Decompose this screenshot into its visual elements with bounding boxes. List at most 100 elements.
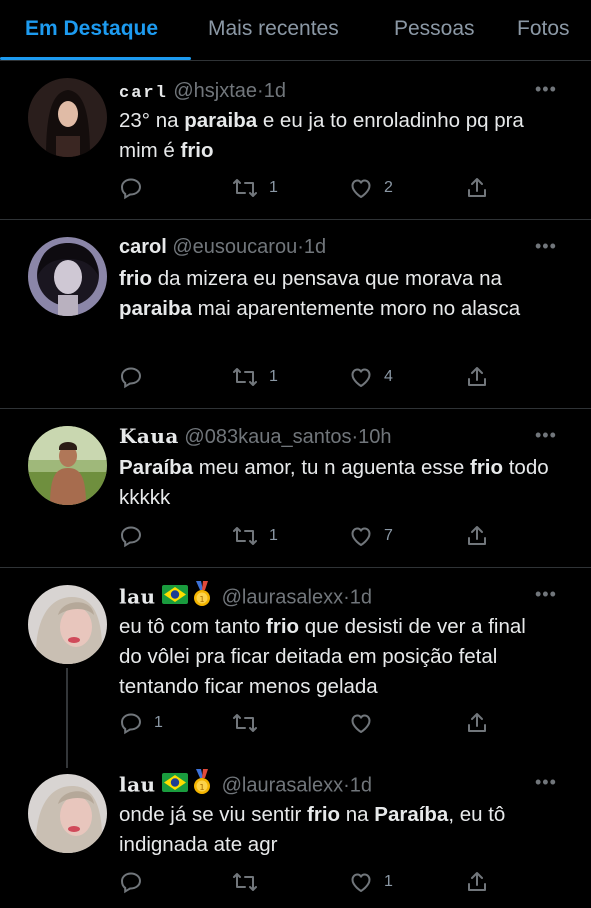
tweet-time[interactable]: 10h: [358, 426, 391, 448]
more-icon[interactable]: •••: [535, 584, 563, 604]
like-count: 1: [384, 873, 393, 890]
share-button[interactable]: [465, 363, 489, 391]
user-handle[interactable]: @laurasalexx: [222, 774, 343, 796]
retweet-button[interactable]: 1: [232, 363, 278, 391]
avatar[interactable]: [28, 585, 107, 664]
tweet[interactable]: carol @eusoucarou·1d ••• frio da mizera …: [0, 220, 591, 409]
retweet-icon: [232, 176, 258, 200]
separator-dot: ·: [297, 236, 304, 258]
tab-em-destaque[interactable]: Em Destaque: [25, 0, 158, 60]
tweet-header: carl @hsjxtae·1d: [119, 77, 531, 105]
tweet-text-segment: eu tô com tanto: [119, 615, 267, 638]
like-icon: [349, 870, 373, 894]
share-button[interactable]: [465, 174, 489, 202]
tweet-time[interactable]: 1d: [350, 586, 372, 608]
like-icon: [349, 176, 373, 200]
like-button[interactable]: 1: [349, 868, 393, 896]
tweet-text: onde já se viu sentir frio na Paraíba, e…: [119, 800, 551, 860]
separator-dot: ·: [343, 774, 350, 797]
display-name[interactable]: carol: [119, 236, 167, 258]
tweet-text-segment: na: [340, 803, 375, 826]
user-handle[interactable]: @hsjxtae: [173, 80, 257, 102]
tweet-header: carol @eusoucarou·1d: [119, 233, 531, 261]
tweet-time[interactable]: 1d: [350, 774, 372, 796]
like-button[interactable]: [349, 709, 384, 737]
highlighted-term: frio: [266, 615, 300, 638]
gold-medal-icon: 1: [192, 769, 212, 803]
tweet-actions: 1 4: [119, 363, 499, 391]
retweet-count: 1: [269, 368, 278, 385]
like-button[interactable]: 2: [349, 174, 393, 202]
more-icon[interactable]: •••: [535, 772, 563, 792]
tweet[interactable]: lau 1 @laurasalexx·1d ••• eu tô com tanto …: [0, 568, 591, 758]
like-count: 4: [384, 368, 393, 385]
reply-icon: [119, 365, 143, 389]
highlighted-term: Paraíba: [374, 803, 449, 826]
display-name[interactable]: Kaua: [119, 424, 179, 448]
share-icon: [465, 524, 489, 548]
highlighted-term: paraiba: [119, 297, 192, 320]
tweet-actions: 1: [119, 709, 499, 737]
like-button[interactable]: 7: [349, 522, 393, 550]
tweet-text-segment: mai aparentemente moro no alasca: [191, 297, 521, 320]
highlighted-term: frio: [470, 456, 504, 479]
more-icon[interactable]: •••: [535, 425, 563, 445]
display-name[interactable]: carl: [119, 84, 168, 103]
display-name[interactable]: lau: [119, 772, 156, 796]
highlighted-term: Paraíba: [119, 456, 194, 479]
more-icon[interactable]: •••: [535, 79, 563, 99]
like-icon: [349, 524, 373, 548]
retweet-button[interactable]: [232, 709, 269, 737]
user-handle[interactable]: @laurasalexx: [222, 586, 343, 608]
tab-pessoas[interactable]: Pessoas: [394, 0, 475, 60]
tweet-time[interactable]: 1d: [264, 80, 286, 102]
retweet-icon: [232, 870, 258, 894]
reply-icon: [119, 524, 143, 548]
share-button[interactable]: [465, 868, 489, 896]
reply-button[interactable]: [119, 522, 154, 550]
tweet-text: frio da mizera eu pensava que morava na …: [119, 264, 551, 324]
tweet[interactable]: Kaua @083kaua_santos·10h ••• Paraíba meu…: [0, 409, 591, 568]
like-count: 7: [384, 527, 393, 544]
brazil-flag-icon: [161, 584, 188, 612]
reply-button[interactable]: [119, 363, 154, 391]
share-icon: [465, 711, 489, 735]
display-name[interactable]: lau: [119, 584, 156, 608]
tweet-actions: 1 2: [119, 174, 499, 202]
share-icon: [465, 365, 489, 389]
retweet-button[interactable]: 1: [232, 174, 278, 202]
retweet-button[interactable]: 1: [232, 522, 278, 550]
user-handle[interactable]: @eusoucarou: [172, 236, 297, 258]
avatar[interactable]: [28, 426, 107, 505]
retweet-icon: [232, 365, 258, 389]
tweet[interactable]: lau 1 @laurasalexx·1d ••• onde já se viu s…: [0, 758, 591, 908]
like-count: 2: [384, 179, 393, 196]
tab-fotos[interactable]: Fotos: [517, 0, 570, 60]
tab-mais-recentes[interactable]: Mais recentes: [208, 0, 339, 60]
tweet-text-segment: meu amor, tu n aguenta esse: [193, 456, 470, 479]
like-button[interactable]: 4: [349, 363, 393, 391]
reply-icon: [119, 711, 143, 735]
tweet[interactable]: carl @hsjxtae·1d ••• 23° na paraiba e eu…: [0, 61, 591, 220]
tweet-time[interactable]: 1d: [304, 236, 326, 258]
retweet-button[interactable]: [232, 868, 269, 896]
share-icon: [465, 176, 489, 200]
retweet-icon: [232, 711, 258, 735]
share-button[interactable]: [465, 709, 489, 737]
avatar[interactable]: [28, 237, 107, 316]
reply-icon: [119, 176, 143, 200]
more-icon[interactable]: •••: [535, 236, 563, 256]
active-tab-indicator: [0, 57, 191, 60]
retweet-count: 1: [269, 527, 278, 544]
separator-dot: ·: [257, 80, 264, 102]
tweet-text-segment: da mizera eu pensava que morava na: [152, 267, 502, 290]
reply-button[interactable]: [119, 868, 154, 896]
user-handle[interactable]: @083kaua_santos: [184, 426, 351, 448]
avatar[interactable]: [28, 78, 107, 157]
avatar[interactable]: [28, 774, 107, 853]
reply-button[interactable]: 1: [119, 709, 163, 737]
share-button[interactable]: [465, 522, 489, 550]
tweet-actions: 1: [119, 868, 499, 896]
highlighted-term: frio: [307, 803, 341, 826]
reply-button[interactable]: [119, 174, 154, 202]
